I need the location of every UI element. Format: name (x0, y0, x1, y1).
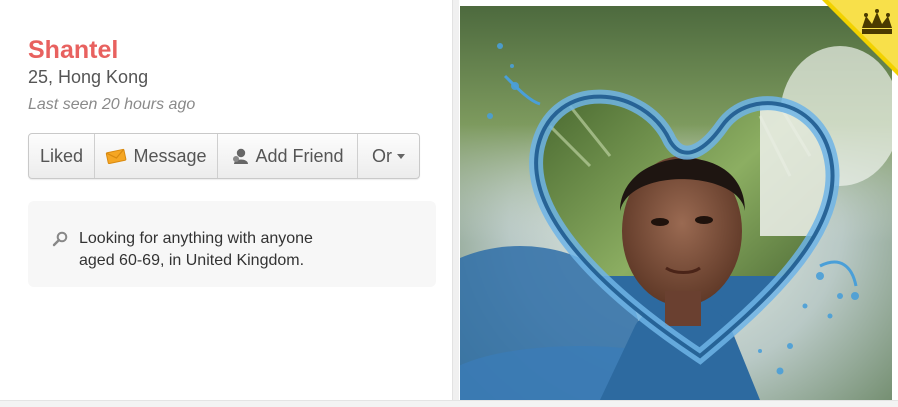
profile-age-location: 25, Hong Kong (28, 67, 149, 87)
or-dropdown-button[interactable]: Or (358, 134, 419, 178)
add-friend-button[interactable]: Add Friend (218, 134, 358, 178)
message-button[interactable]: Message (95, 134, 218, 178)
last-seen-text: Last seen 20 hours ago (28, 96, 196, 113)
looking-for-box: Looking for anything with anyone aged 60… (28, 201, 436, 287)
looking-for-text: Looking for anything with anyone aged 60… (79, 228, 379, 272)
magnifier-icon (52, 231, 68, 252)
looking-for-line-1: Looking for anything with anyone (79, 230, 313, 247)
liked-button[interactable]: Liked (29, 134, 95, 178)
looking-for-line-2: aged 60-69, in United Kingdom. (79, 252, 305, 269)
add-friend-label: Add Friend (255, 145, 344, 166)
profile-info-panel: Shantel 25, Hong Kong Last seen 20 hours… (0, 0, 453, 400)
panel-divider (452, 0, 459, 406)
profile-name[interactable]: Shantel (28, 36, 118, 65)
action-button-group: Liked Message Add Friend Or (28, 133, 420, 179)
chevron-down-icon (397, 153, 405, 159)
person-icon (231, 147, 249, 165)
liked-label: Liked (39, 145, 84, 166)
crown-badge[interactable] (822, 0, 898, 81)
envelope-icon (105, 148, 127, 164)
or-label: Or (372, 145, 392, 166)
message-label: Message (133, 145, 207, 166)
